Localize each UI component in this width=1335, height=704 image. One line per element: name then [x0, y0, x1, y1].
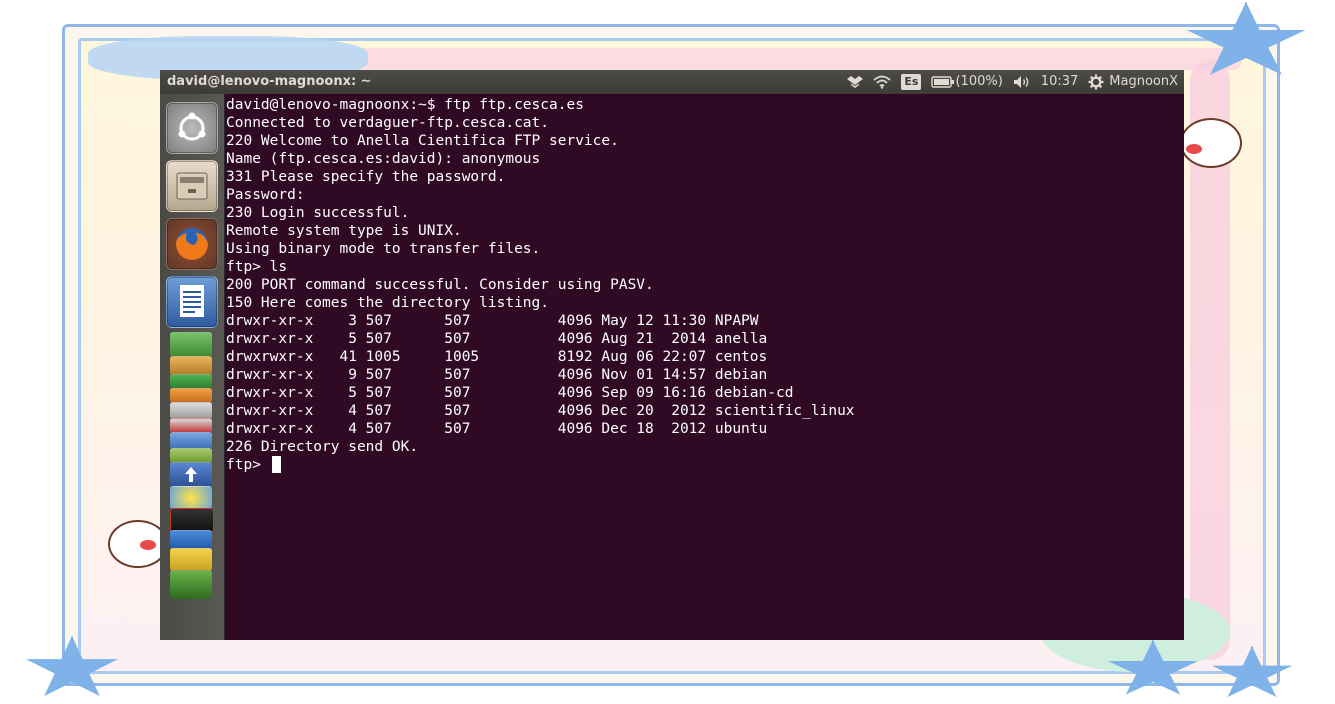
terminal-prompt: ftp> [226, 457, 270, 473]
app-launcher-item[interactable] [170, 418, 212, 433]
battery-indicator[interactable]: (100%) [931, 70, 1003, 94]
decorative-cloud-right [1180, 118, 1242, 168]
terminal-line: Using binary mode to transfer files. [226, 241, 541, 257]
terminal-line: drwxr-xr-x 3 507 507 4096 May 12 11:30 N… [226, 313, 759, 329]
keyboard-layout-label: Es [901, 74, 922, 90]
text-cursor [271, 456, 281, 473]
terminal-line: 220 Welcome to Anella Cientifica FTP ser… [226, 133, 619, 149]
terminal-line: 226 Directory send OK. [226, 439, 419, 455]
terminal-line: drwxrwxr-x 41 1005 1005 8192 Aug 06 22:0… [226, 349, 768, 365]
upload-icon[interactable] [170, 462, 212, 487]
decorative-cheek-left [140, 540, 156, 550]
battery-percentage: (100%) [955, 74, 1003, 89]
libreoffice-calc-icon[interactable] [170, 332, 212, 357]
user-name: MagnoonX [1109, 74, 1178, 89]
software-center-icon[interactable] [170, 374, 212, 389]
gear-icon [1088, 74, 1104, 90]
terminal-line: 230 Login successful. [226, 205, 410, 221]
window-title: david@lenovo-magnoonx: ~ [167, 74, 372, 89]
terminal-line: Password: [226, 187, 305, 203]
terminal-output[interactable]: david@lenovo-magnoonx:~$ ftp ftp.cesca.e… [226, 94, 1184, 640]
top-panel: david@lenovo-magnoonx: ~ Es (100%) 10:37… [160, 70, 1184, 94]
dropbox-icon[interactable] [847, 75, 864, 89]
app-launcher-item[interactable] [170, 432, 212, 449]
trash-icon[interactable] [170, 570, 212, 599]
terminal-line: drwxr-xr-x 5 507 507 4096 Sep 09 16:16 d… [226, 385, 794, 401]
libreoffice-impress-icon[interactable] [170, 356, 212, 375]
terminal-line: drwxr-xr-x 4 507 507 4096 Dec 18 2012 ub… [226, 421, 768, 437]
terminal-line: ftp> ls [226, 259, 288, 275]
terminal-icon[interactable] [170, 508, 214, 532]
terminal-prompt-line[interactable]: ftp> [226, 456, 1184, 474]
workspaces-icon[interactable] [170, 530, 212, 549]
decorative-cheek-right [1186, 144, 1202, 154]
terminal-line: 200 PORT command successful. Consider us… [226, 277, 654, 293]
keyboard-layout-indicator[interactable]: Es [901, 74, 922, 90]
files-icon[interactable] [166, 160, 218, 212]
battery-icon [931, 76, 955, 88]
desktop-window: david@lenovo-magnoonx: ~ Es (100%) 10:37… [160, 70, 1184, 640]
dvd-icon[interactable] [170, 486, 212, 509]
terminal-line: drwxr-xr-x 5 507 507 4096 Aug 21 2014 an… [226, 331, 768, 347]
terminal-line: Connected to verdaguer-ftp.cesca.cat. [226, 115, 550, 131]
terminal-line: 150 Here comes the directory listing. [226, 295, 550, 311]
mail-icon[interactable] [170, 402, 212, 419]
libreoffice-writer-icon[interactable] [166, 276, 218, 328]
session-menu[interactable]: MagnoonX [1088, 70, 1178, 94]
launcher [160, 94, 225, 640]
terminal-line: drwxr-xr-x 4 507 507 4096 Dec 20 2012 sc… [226, 403, 855, 419]
firefox-icon[interactable] [166, 218, 218, 270]
clock[interactable]: 10:37 [1041, 70, 1078, 94]
terminal-line: david@lenovo-magnoonx:~$ ftp ftp.cesca.e… [226, 97, 584, 113]
indicator-area: Es (100%) 10:37 MagnoonX [847, 70, 1178, 94]
folder-icon[interactable] [170, 548, 212, 571]
decorative-cloud-left [108, 520, 168, 568]
terminal-line: drwxr-xr-x 9 507 507 4096 Nov 01 14:57 d… [226, 367, 768, 383]
terminal-line: 331 Please specify the password. [226, 169, 506, 185]
app-launcher-item[interactable] [170, 448, 212, 463]
volume-icon[interactable] [1013, 75, 1031, 89]
settings-icon[interactable] [170, 388, 212, 403]
terminal-line: Remote system type is UNIX. [226, 223, 462, 239]
ubuntu-dash-icon[interactable] [166, 102, 218, 154]
wifi-icon[interactable] [873, 75, 892, 89]
terminal-line: Name (ftp.cesca.es:david): anonymous [226, 151, 541, 167]
